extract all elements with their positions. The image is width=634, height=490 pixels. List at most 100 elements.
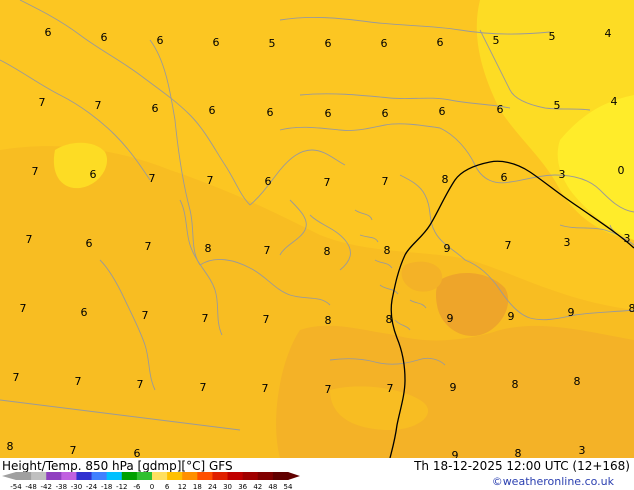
temperature-label: 7 [20,302,27,315]
temperature-label: 7 [382,175,389,188]
temperature-label: 8 [384,244,391,257]
temperature-label: 7 [505,239,512,252]
colorbar-segment [257,472,274,480]
temperature-label: 8 [7,440,14,453]
temperature-label: 7 [324,176,331,189]
temperature-label: 6 [101,31,108,44]
valid-time: Th 18-12-2025 12:00 UTC (12+168) [414,459,630,473]
colorbar-tick-label: 30 [223,483,232,490]
temperature-label: 9 [444,242,451,255]
temperature-label: 6 [267,106,274,119]
temperature-label: 7 [26,233,33,246]
temperature-label: 3 [624,232,631,245]
colorbar-tick-label: 54 [284,483,293,490]
colorbar-tick-label: -38 [56,483,67,490]
temperature-label: 7 [32,165,39,178]
temperature-label: 8 [324,245,331,258]
temperature-label: 6 [213,36,220,49]
colorbar-left-arrow [2,472,16,480]
colorbar-tick-label: 42 [253,483,262,490]
colorbar-right-arrow [288,472,300,480]
temperature-label: 9 [508,310,515,323]
colorbar-tick-label: 18 [193,483,202,490]
temperature-label: 6 [209,104,216,117]
temperature-label: 7 [13,371,20,384]
colorbar-segment [242,472,259,480]
temperature-label: 9 [568,306,575,319]
temperature-label: 7 [262,382,269,395]
temperature-label: 6 [45,26,52,39]
colorbar-tick-label: -6 [133,483,141,490]
temperature-label: 9 [447,312,454,325]
credit-link[interactable]: ©weatheronline.co.uk [492,475,614,488]
temperature-label: 7 [142,309,149,322]
colorbar-segment [152,472,168,480]
temperature-label: 6 [152,102,159,115]
temperature-label: 6 [157,34,164,47]
temperature-label: 0 [618,164,625,177]
map-title: Height/Temp. 850 hPa [gdmp][°C] GFS [2,459,233,473]
colorbar-tick-label: -42 [41,483,52,490]
colorbar-tick-label: -12 [116,483,127,490]
temperature-label: 3 [559,168,566,181]
temperature-label: 6 [90,168,97,181]
colorbar-tick-label: 12 [178,483,187,490]
temperature-label: 6 [134,447,141,458]
temperature-label: 7 [137,378,144,391]
temperature-label: 6 [265,175,272,188]
colorbar-tick-label: -18 [101,483,112,490]
colorbar-segment [16,472,32,480]
temperature-label: 8 [515,447,522,458]
colorbar: -54 -48 -42 -38 -30 -24 -18 -12 -6 0 6 12 18 24 30 36 42… [2,472,300,490]
temperature-label: 6 [437,36,444,49]
weather-map: 6 6 6 6 5 6 6 6 5 5 4 7 7 6 6 6 6 6 6 6 5 4 7 6 7 7 6 7 7 8 6 3 0 7 6 7 8 7 8 8… [0,0,634,458]
temperature-label: 6 [497,103,504,116]
temperature-label: 4 [611,95,618,108]
temperature-label: 8 [442,173,449,186]
temperature-label: 5 [549,30,556,43]
temperature-label: 7 [200,381,207,394]
temperature-label: 5 [269,37,276,50]
temperature-label: 7 [263,313,270,326]
colorbar-segment [106,472,123,480]
colorbar-segment [272,472,289,480]
colorbar-segment [61,472,77,480]
temperature-label: 7 [75,375,82,388]
temperature-label: 7 [39,96,46,109]
temperature-label: 7 [264,244,271,257]
colorbar-tick-label: -48 [25,483,36,490]
colorbar-segment [197,472,213,480]
temperature-label: 5 [554,99,561,112]
colorbar-tick-label: -24 [86,483,98,490]
temperature-label: 7 [70,444,77,457]
colorbar-segment [136,472,153,480]
colorbar-tick-label: 48 [268,483,277,490]
colorbar-tick-label: -54 [10,483,22,490]
temperature-label: 7 [202,312,209,325]
temperature-label: 6 [439,105,446,118]
temperature-label: 7 [145,240,152,253]
temperature-label: 4 [605,27,612,40]
temperature-label: 3 [564,236,571,249]
temperature-label: 7 [387,382,394,395]
colorbar-tick-label: -30 [71,483,82,490]
colorbar-segment [182,472,198,480]
colorbar-segment [167,472,183,480]
colorbar-segment [121,472,138,480]
temperature-label: 7 [325,383,332,396]
temperature-label: 8 [629,302,634,315]
colorbar-segment [227,472,244,480]
colorbar-segment [76,472,93,480]
temperature-label: 7 [207,174,214,187]
colorbar-tick-label: 0 [150,483,154,490]
colorbar-tick-label: 24 [208,483,217,490]
map-footer: Height/Temp. 850 hPa [gdmp][°C] GFS Th 1… [0,458,634,490]
temperature-label: 8 [574,375,581,388]
colorbar-segment [91,472,108,480]
temperature-label: 9 [452,449,459,458]
temperature-label: 7 [95,99,102,112]
colorbar-tick-label: 36 [238,483,247,490]
colorbar-tick-label: 6 [165,483,170,490]
colorbar-segment [46,472,62,480]
temperature-label: 6 [382,107,389,120]
